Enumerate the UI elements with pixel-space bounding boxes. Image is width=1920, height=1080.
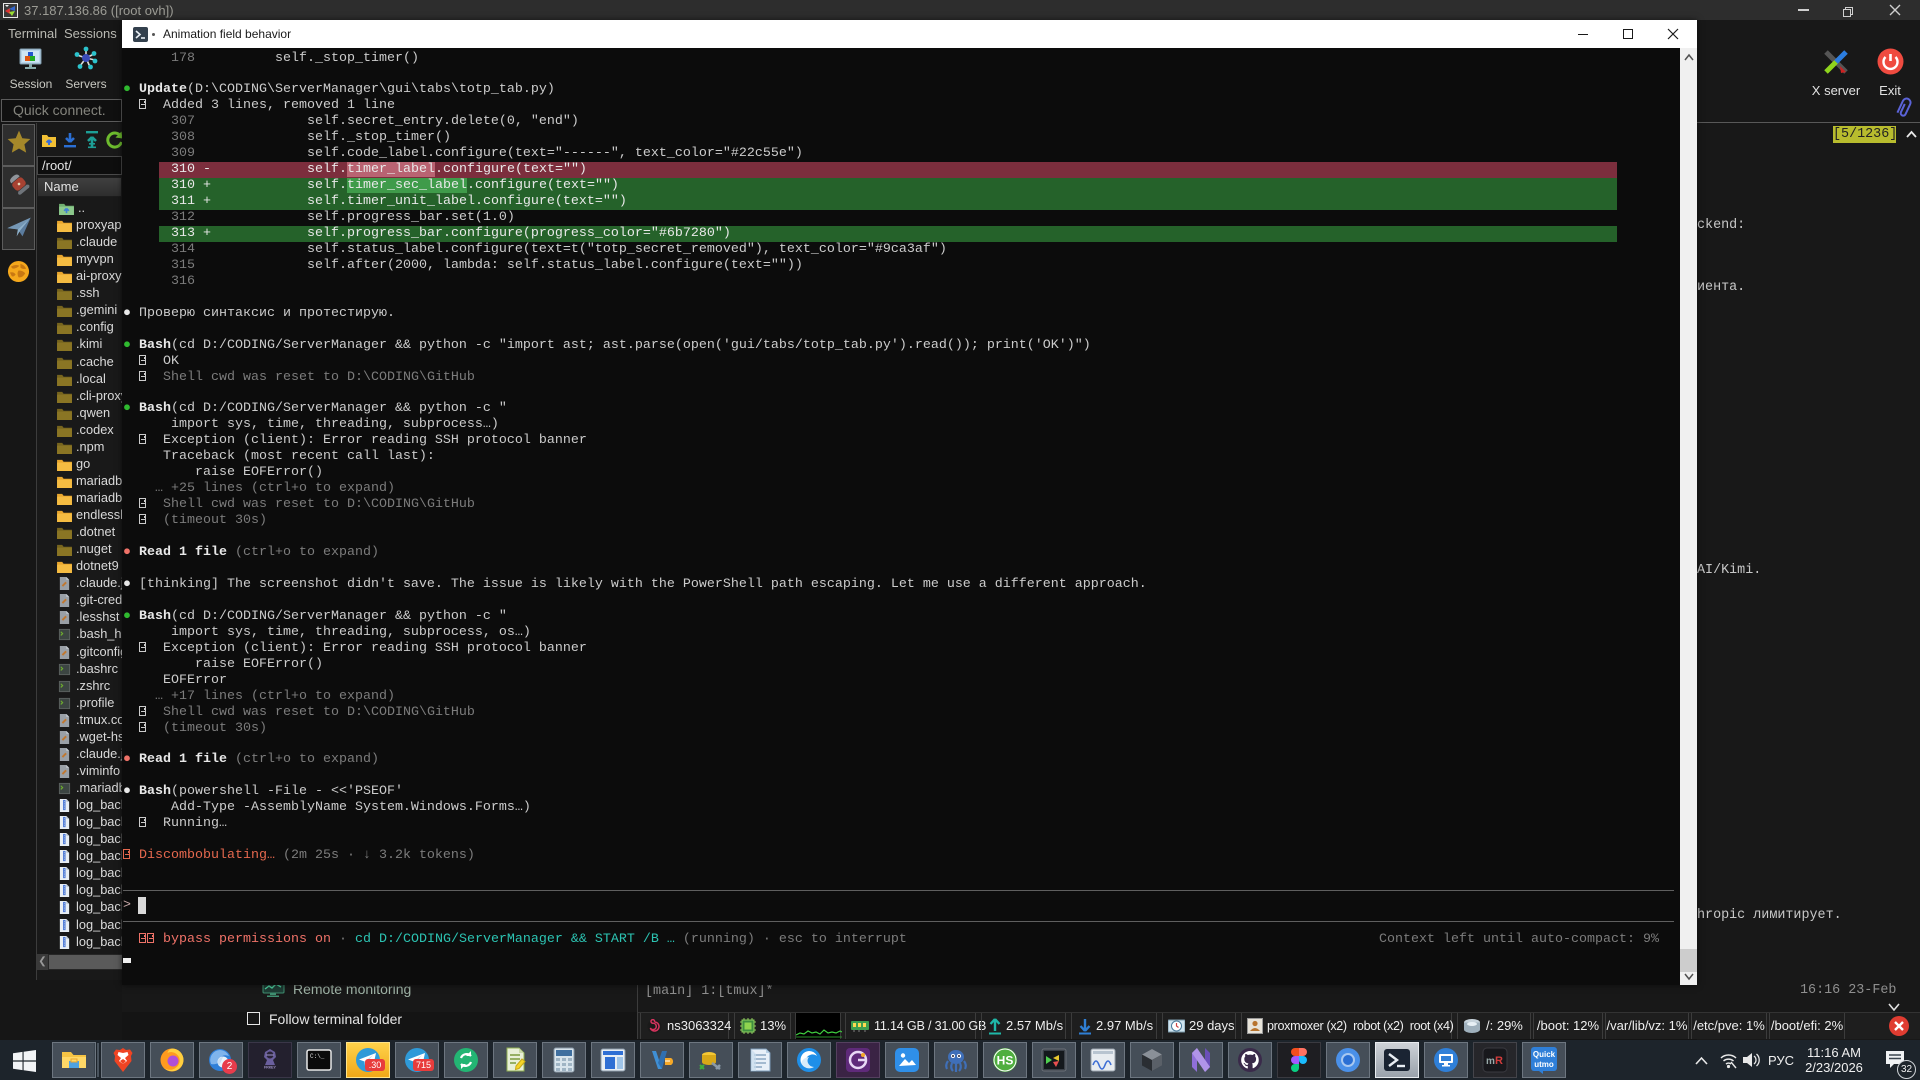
svg-text:utmo: utmo [1534,1060,1554,1069]
svg-text:Quick: Quick [1533,1050,1556,1059]
svg-text:FRKEY: FRKEY [264,1066,276,1070]
svg-text:C:\_: C:\_ [310,1053,325,1060]
svg-text:HS: HS [997,1054,1014,1068]
svg-text:m: m [1486,1056,1495,1067]
svg-text:R: R [1495,1055,1503,1067]
